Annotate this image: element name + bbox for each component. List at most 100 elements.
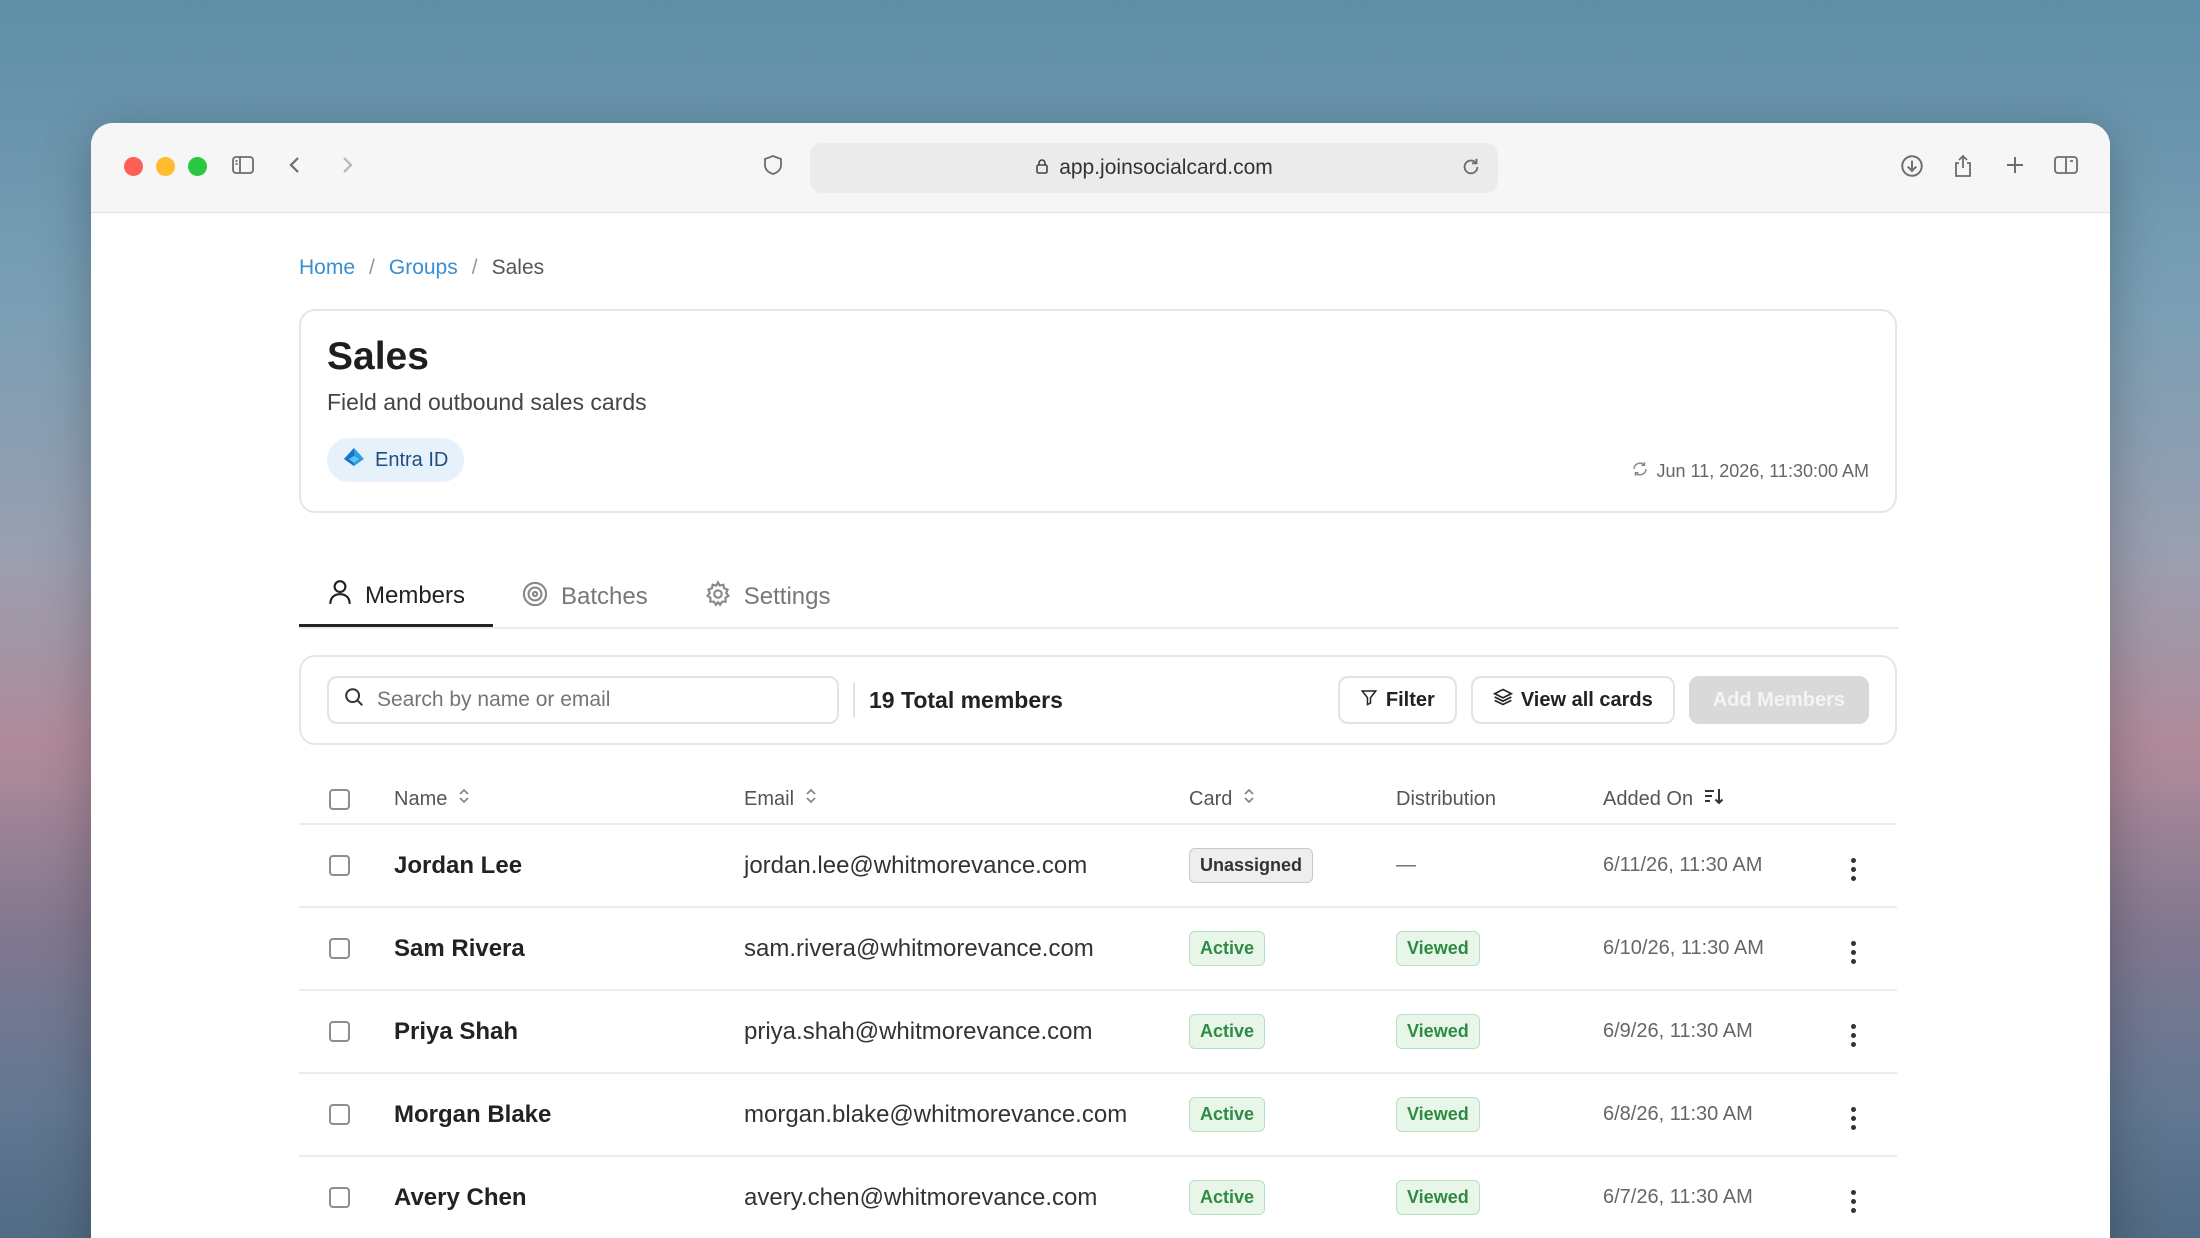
tab-bar: Members Batches Settings xyxy=(299,567,1899,629)
member-name: Jordan Lee xyxy=(394,851,523,879)
card-status-badge: Unassigned xyxy=(1189,848,1314,883)
person-icon xyxy=(327,578,353,613)
member-name: Morgan Blake xyxy=(394,1100,552,1128)
lock-icon xyxy=(1035,156,1049,180)
table-row[interactable]: Sam Rivera sam.rivera@whitmorevance.com … xyxy=(299,908,1897,991)
forward-arrow-icon[interactable] xyxy=(335,153,359,182)
table-header: Name Email Card Distribution Added On xyxy=(299,775,1897,825)
added-on-date: 6/10/26, 11:30 AM xyxy=(1603,937,1764,959)
shield-icon[interactable] xyxy=(761,153,785,182)
row-checkbox[interactable] xyxy=(329,1187,350,1208)
last-sync-time: Jun 11, 2026, 11:30:00 AM xyxy=(1631,460,1869,483)
sidebar-toggle-icon[interactable] xyxy=(231,153,255,182)
table-row[interactable]: Morgan Blake morgan.blake@whitmorevance.… xyxy=(299,1074,1897,1157)
share-icon[interactable] xyxy=(1951,153,1975,184)
search-field[interactable] xyxy=(327,676,839,724)
row-checkbox[interactable] xyxy=(329,938,350,959)
card-column-header[interactable]: Card xyxy=(1189,788,1232,811)
more-options-icon[interactable] xyxy=(1850,858,1856,881)
address-bar[interactable]: app.joinsocialcard.com xyxy=(810,143,1498,193)
close-window-button[interactable] xyxy=(124,157,143,176)
tab-members-label: Members xyxy=(365,581,466,609)
filter-button-label: Filter xyxy=(1385,688,1435,711)
back-arrow-icon[interactable] xyxy=(283,153,307,182)
download-icon[interactable] xyxy=(1899,153,1925,184)
page-title: Sales xyxy=(327,335,429,378)
row-checkbox[interactable] xyxy=(329,855,350,876)
sort-icon[interactable] xyxy=(457,786,471,812)
browser-titlebar: app.joinsocialcard.com xyxy=(91,123,2110,213)
toolbar-actions: Filter View all cards Add Members xyxy=(1337,676,1869,724)
added-on-column-header[interactable]: Added On xyxy=(1603,788,1693,811)
table-row[interactable]: Priya Shah priya.shah@whitmorevance.com … xyxy=(299,991,1897,1074)
row-checkbox[interactable] xyxy=(329,1021,350,1042)
entra-id-icon xyxy=(343,447,365,473)
view-all-cards-button[interactable]: View all cards xyxy=(1470,676,1675,724)
member-name: Priya Shah xyxy=(394,1017,519,1045)
sort-icon[interactable] xyxy=(1242,786,1256,812)
search-input[interactable] xyxy=(377,688,817,712)
distribution-column-header: Distribution xyxy=(1396,787,1497,810)
email-column-header[interactable]: Email xyxy=(744,788,794,811)
new-tab-icon[interactable] xyxy=(2003,153,2027,182)
table-row[interactable]: Jordan Lee jordan.lee@whitmorevance.com … xyxy=(299,825,1897,908)
entra-id-label: Entra ID xyxy=(375,448,449,471)
distribution-status-badge: Viewed xyxy=(1396,1180,1480,1215)
more-options-icon[interactable] xyxy=(1850,941,1856,964)
page-content: Home / Groups / Sales Sales Field and ou… xyxy=(299,253,1899,1238)
members-table: Name Email Card Distribution Added On Jo… xyxy=(299,775,1897,1238)
reload-icon[interactable] xyxy=(1460,156,1482,184)
gear-icon xyxy=(704,579,732,615)
maximize-window-button[interactable] xyxy=(188,157,207,176)
card-status-badge: Active xyxy=(1189,931,1266,966)
tab-settings[interactable]: Settings xyxy=(676,567,859,627)
breadcrumb-home-link[interactable]: Home xyxy=(299,256,355,280)
add-members-button[interactable]: Add Members xyxy=(1688,676,1869,724)
breadcrumb-separator: / xyxy=(471,256,478,279)
more-options-icon[interactable] xyxy=(1850,1024,1856,1047)
distribution-status: — xyxy=(1396,854,1416,876)
distribution-status-badge: Viewed xyxy=(1396,931,1480,966)
sort-descending-icon[interactable] xyxy=(1703,786,1725,812)
select-all-checkbox[interactable] xyxy=(329,788,350,810)
tab-batches[interactable]: Batches xyxy=(493,567,676,627)
tab-overview-icon[interactable] xyxy=(2053,153,2079,182)
window-controls xyxy=(124,157,207,176)
member-email: priya.shah@whitmorevance.com xyxy=(744,1017,1093,1045)
added-on-date: 6/7/26, 11:30 AM xyxy=(1603,1186,1753,1208)
search-icon xyxy=(343,686,365,714)
more-options-icon[interactable] xyxy=(1850,1107,1856,1130)
table-row[interactable]: Avery Chen avery.chen@whitmorevance.com … xyxy=(299,1157,1897,1238)
card-status-badge: Active xyxy=(1189,1180,1266,1215)
member-email: sam.rivera@whitmorevance.com xyxy=(744,934,1094,962)
group-header-card: Sales Field and outbound sales cards Ent… xyxy=(299,309,1897,513)
sort-icon[interactable] xyxy=(804,786,818,812)
card-status-badge: Active xyxy=(1189,1097,1266,1132)
breadcrumb-separator: / xyxy=(369,256,375,279)
members-toolbar: 19 Total members Filter View all cards A… xyxy=(299,655,1897,745)
card-status-badge: Active xyxy=(1189,1014,1266,1049)
more-options-icon[interactable] xyxy=(1850,1190,1856,1213)
member-email: morgan.blake@whitmorevance.com xyxy=(744,1100,1128,1128)
breadcrumb-current: Sales xyxy=(491,256,545,279)
layers-icon xyxy=(1492,687,1514,713)
breadcrumb-groups-link[interactable]: Groups xyxy=(389,256,458,280)
distribution-status-badge: Viewed xyxy=(1396,1097,1480,1132)
minimize-window-button[interactable] xyxy=(156,157,175,176)
group-description: Field and outbound sales cards xyxy=(327,389,647,415)
added-on-date: 6/8/26, 11:30 AM xyxy=(1603,1103,1753,1125)
tab-batches-label: Batches xyxy=(561,583,648,610)
filter-button[interactable]: Filter xyxy=(1337,676,1457,724)
member-name: Sam Rivera xyxy=(394,934,525,962)
filter-icon xyxy=(1360,687,1378,713)
breadcrumb: Home / Groups / Sales xyxy=(299,253,1899,283)
name-column-header[interactable]: Name xyxy=(394,788,447,811)
view-all-cards-label: View all cards xyxy=(1520,688,1653,711)
member-name: Avery Chen xyxy=(394,1183,527,1211)
row-checkbox[interactable] xyxy=(329,1104,350,1125)
distribution-status-badge: Viewed xyxy=(1396,1014,1480,1049)
sync-icon xyxy=(1631,460,1649,483)
total-members-count: 19 Total members xyxy=(853,683,1063,717)
added-on-date: 6/11/26, 11:30 AM xyxy=(1603,854,1763,876)
tab-members[interactable]: Members xyxy=(299,567,494,627)
